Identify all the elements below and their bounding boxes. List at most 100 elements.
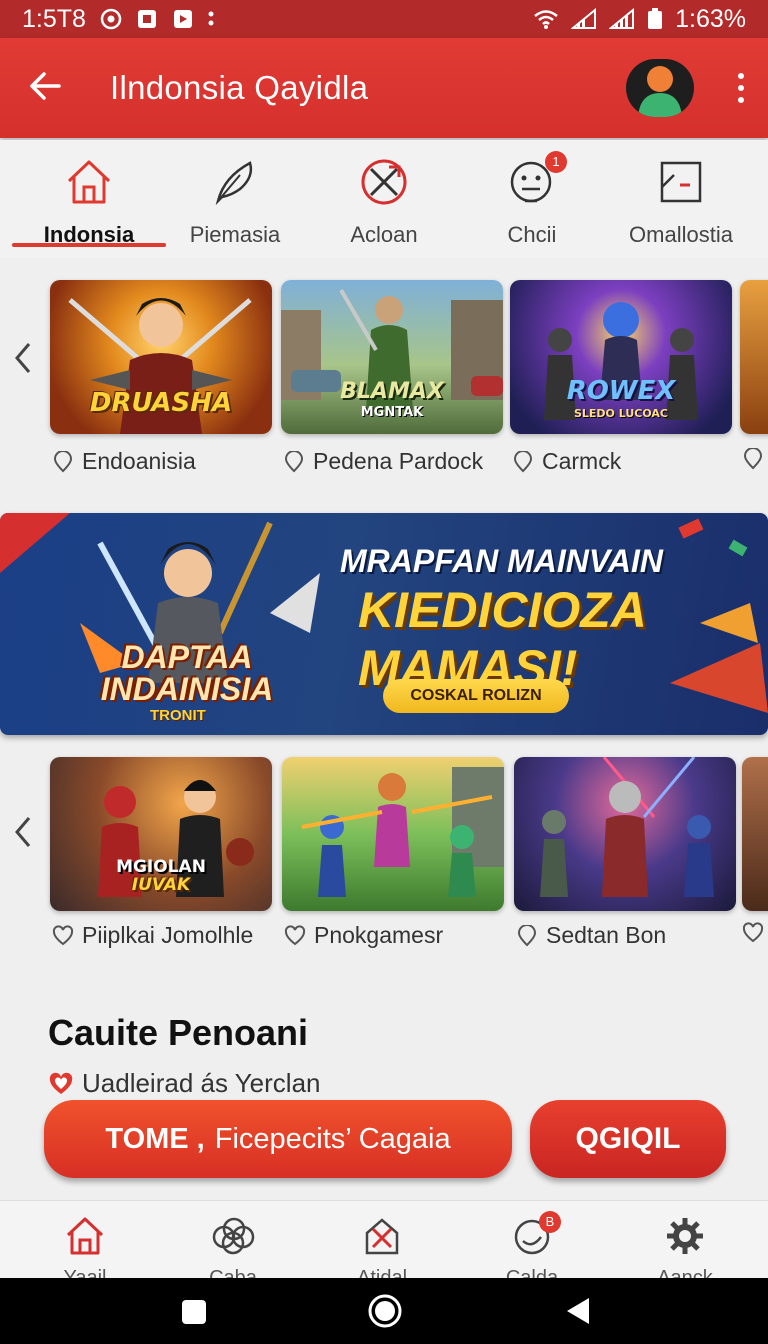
scroll-left-arrow-icon[interactable] <box>10 338 36 378</box>
banner-game-subtitle: TRONIT <box>150 707 206 724</box>
home-icon <box>15 1213 155 1259</box>
home-button-icon[interactable] <box>367 1293 403 1334</box>
location-pin-icon <box>513 450 533 472</box>
scroll-left-arrow-icon[interactable] <box>10 812 36 852</box>
game-art-subtitle: IUVAK <box>131 875 191 895</box>
section-subtitle-text: Uadleirad ás Yerclan <box>82 1068 321 1098</box>
nav-item-calda[interactable]: B Calda <box>462 1211 602 1278</box>
promo-banner[interactable]: DAPTAA INDAINISIA TRONIT MRAPFAN MAINVAI… <box>0 513 768 735</box>
cta-bold-label: TOME , <box>105 1122 205 1155</box>
location-pin-icon <box>53 450 73 472</box>
signal-icon-2 <box>609 8 635 30</box>
game-label[interactable]: Carmck <box>512 448 621 475</box>
banner-headline: MRAPFAN MAINVAIN <box>340 543 663 579</box>
battery-level: 1:63% <box>675 4 746 33</box>
nav-label: Caba <box>209 1267 257 1278</box>
app-notification-icon <box>136 8 158 30</box>
notification-badge: 1 <box>545 151 567 173</box>
game-art-subtitle: MGNTAK <box>360 405 424 420</box>
nav-item-home[interactable]: Yaail <box>15 1213 155 1278</box>
tab-acloan[interactable]: Acloan <box>310 150 458 248</box>
recents-icon[interactable] <box>180 1298 208 1331</box>
heart-icon <box>49 1072 73 1094</box>
heart-icon <box>742 922 764 943</box>
more-notifications-icon <box>208 10 214 28</box>
game-label-text: Pedena Pardock <box>313 448 484 474</box>
wifi-icon <box>533 8 559 30</box>
game-card[interactable] <box>514 757 736 911</box>
game-card[interactable]: ROWEX SLEDO LUCOAC <box>510 280 732 434</box>
secondary-cta-button[interactable]: QGIQIL <box>530 1100 726 1178</box>
battery-icon <box>647 8 663 30</box>
active-tab-indicator <box>12 243 166 247</box>
game-label-partial[interactable] <box>742 922 764 944</box>
section-title: Cauite Penoani <box>48 1012 309 1053</box>
tab-piemasia[interactable]: Piemasia <box>161 150 309 248</box>
game-card-partial[interactable] <box>740 280 768 434</box>
nav-item-caba[interactable]: Caba <box>163 1213 303 1278</box>
confetti-decoration <box>670 518 768 713</box>
game-card[interactable] <box>282 757 504 911</box>
cta-label: Ficepecits’ Cagaia <box>214 1122 451 1155</box>
game-label[interactable]: Pnokgamesr <box>284 922 443 949</box>
bottom-nav: Yaail Caba Atidal B Calda Aanck <box>0 1200 768 1278</box>
primary-cta-button[interactable]: TOME , Ficepecits’ Cagaia <box>44 1100 512 1178</box>
section-subtitle: Uadleirad ás Yerclan <box>48 1068 321 1099</box>
nav-item-atidal[interactable]: Atidal <box>312 1213 452 1278</box>
back-button-icon[interactable] <box>565 1296 591 1331</box>
banner-cta-button[interactable]: COSKAL ROLIZN <box>383 679 569 713</box>
gear-icon <box>615 1213 755 1259</box>
banner-game-title: DAPTAA INDAINISIA <box>100 639 274 707</box>
game-label[interactable]: Pedena Pardock <box>283 448 483 475</box>
feather-icon <box>161 150 309 214</box>
play-notification-icon <box>172 8 194 30</box>
heart-icon <box>284 924 306 945</box>
location-pin-icon <box>284 450 304 472</box>
tab-label: Piemasia <box>189 222 281 247</box>
game-card[interactable]: BLAMAX MGNTAK <box>281 280 503 434</box>
home-icon <box>15 150 163 214</box>
nav-label: Atidal <box>356 1267 408 1278</box>
nav-label: Yaail <box>63 1267 107 1278</box>
location-pin-icon <box>743 448 763 470</box>
tab-omallostia[interactable]: Omallostia <box>606 150 756 248</box>
tab-label: Omallostia <box>629 222 733 247</box>
game-label-text: Sedtan Bon <box>546 922 667 948</box>
page-title: Ilndonsia Qayidla <box>110 69 369 106</box>
nav-item-aanck[interactable]: Aanck <box>615 1213 755 1278</box>
game-art-title: ROWEX <box>566 376 676 406</box>
back-arrow-icon[interactable] <box>28 71 62 106</box>
game-label-text: Carmck <box>542 448 622 474</box>
signal-icon <box>571 8 597 30</box>
game-label[interactable]: Piiplkai Jomolhle <box>52 922 253 949</box>
avatar[interactable] <box>626 59 694 117</box>
nav-label: Aanck <box>657 1267 713 1278</box>
tab-chcii[interactable]: 1 Chcii <box>458 150 606 248</box>
notification-badge: B <box>539 1211 561 1233</box>
status-time: 1:5T8 <box>22 4 86 33</box>
chart-icon <box>606 150 756 214</box>
swords-icon <box>312 1213 452 1259</box>
face-icon: 1 <box>458 150 606 214</box>
tab-indonsia[interactable]: Indonsia <box>15 150 163 248</box>
location-pin-icon <box>517 924 537 946</box>
game-label[interactable]: Sedtan Bon <box>516 922 666 949</box>
game-card[interactable]: DRUASHA <box>50 280 272 434</box>
game-card[interactable]: MGIOLAN IUVAK <box>50 757 272 911</box>
game-label-partial[interactable] <box>742 448 764 470</box>
game-label-text: Piiplkai Jomolhle <box>82 922 254 948</box>
app-bar: Ilndonsia Qayidla <box>0 38 768 138</box>
game-card-partial[interactable] <box>742 757 768 911</box>
nav-label: Calda <box>505 1267 559 1278</box>
category-tabs: Indonsia Piemasia Acloan 1 Chcii Omallos… <box>0 140 768 258</box>
tab-label: Chcii <box>507 222 557 247</box>
game-art-title: DRUASHA <box>89 388 233 418</box>
tab-label: Acloan <box>350 222 418 247</box>
heart-icon <box>52 924 74 945</box>
game-label-text: Endoanisia <box>82 448 196 474</box>
game-label-text: Pnokgamesr <box>314 922 444 948</box>
cloud-icon <box>163 1213 303 1259</box>
game-art-title: BLAMAX <box>340 379 444 404</box>
more-options-icon[interactable] <box>738 73 744 103</box>
game-label[interactable]: Endoanisia <box>52 448 196 475</box>
